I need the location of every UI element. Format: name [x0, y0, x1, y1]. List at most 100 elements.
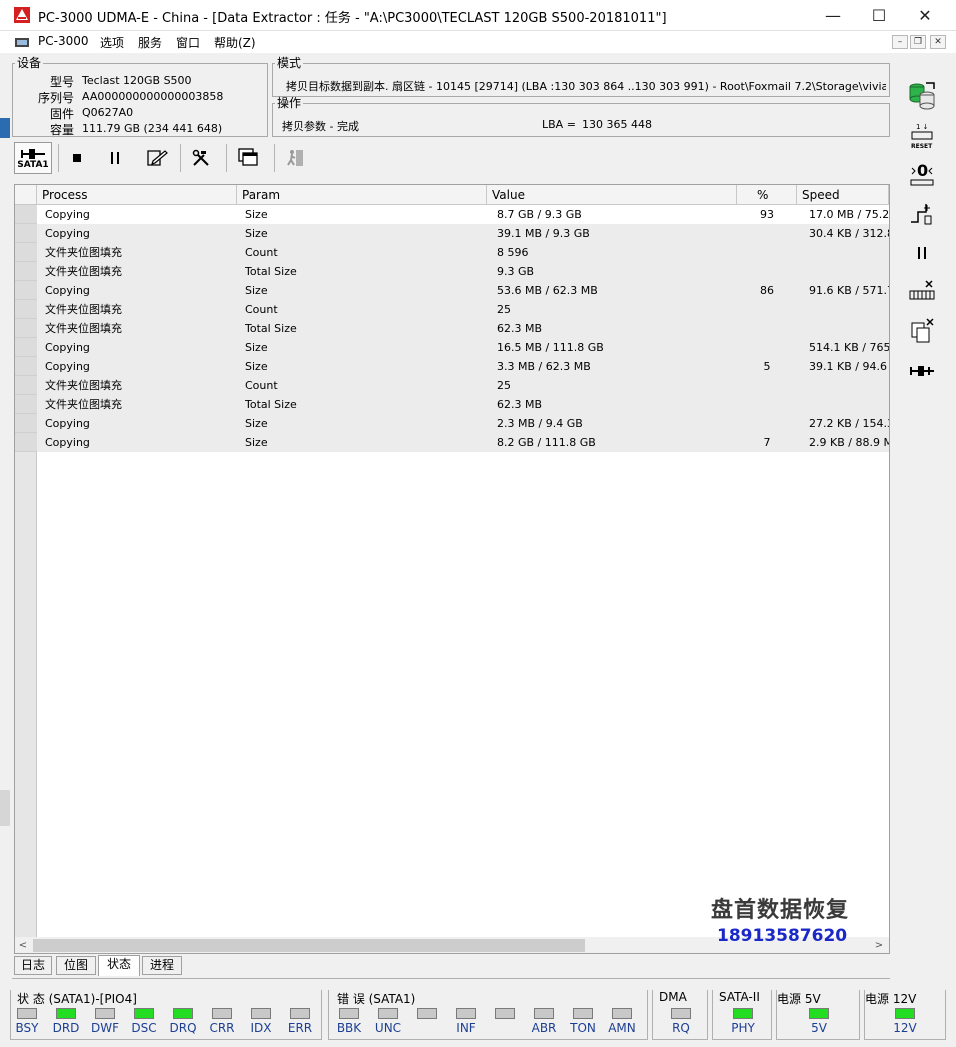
- cell-value: 3.3 MB / 62.3 MB: [497, 360, 591, 373]
- table-row[interactable]: 文件夹位图填充 Total Size 62.3 MB: [15, 319, 889, 338]
- status-group: DMA RQ: [652, 990, 708, 1040]
- database-copy-icon: [909, 82, 935, 110]
- table-row[interactable]: 文件夹位图填充 Count 25: [15, 300, 889, 319]
- mode-legend: 模式: [277, 56, 302, 70]
- cell-speed: [809, 319, 889, 338]
- signal-button[interactable]: [904, 196, 940, 230]
- mode-text: 拷贝目标数据到副本. 扇区链 - 10145 [29714] (LBA :130…: [286, 80, 886, 93]
- status-led-label: IDX: [250, 1021, 272, 1035]
- cell-value: 25: [497, 303, 511, 316]
- cell-process: Copying: [45, 208, 90, 221]
- cell-process: Copying: [45, 360, 90, 373]
- lba-label: LBA =: [542, 118, 576, 131]
- edit-document-icon: [147, 150, 168, 166]
- row-indicator: [15, 414, 37, 433]
- cell-speed: 17.0 MB / 75.2 M: [809, 208, 889, 221]
- cell-speed: 30.4 KB / 312.8 I: [809, 227, 889, 240]
- stop-button[interactable]: [60, 142, 94, 174]
- exit-button[interactable]: [278, 142, 312, 174]
- status-led: [671, 1008, 691, 1019]
- cell-param: Size: [245, 436, 268, 449]
- tab-process[interactable]: 进程: [142, 956, 182, 975]
- svg-text:0: 0: [917, 161, 928, 180]
- table-row[interactable]: 文件夹位图填充 Total Size 62.3 MB: [15, 395, 889, 414]
- table-row[interactable]: 文件夹位图填充 Count 8 596: [15, 243, 889, 262]
- header-process[interactable]: Process: [37, 185, 237, 205]
- table-row[interactable]: Copying Size 3.3 MB / 62.3 MB 5 39.1 KB / 94…: [15, 357, 889, 376]
- side-pause-button[interactable]: [904, 236, 940, 270]
- watermark-company: 盘首数据恢复: [711, 898, 850, 923]
- status-led: [534, 1008, 554, 1019]
- tab-log[interactable]: 日志: [14, 956, 52, 975]
- pause-icon: [918, 247, 926, 259]
- minimize-button[interactable]: —: [810, 0, 856, 31]
- header-value[interactable]: Value: [487, 185, 737, 205]
- sata-port-button[interactable]: SATA1: [14, 142, 52, 174]
- mdi-close-button[interactable]: ✕: [930, 35, 946, 49]
- side-sata-button[interactable]: [904, 354, 940, 388]
- copy-windows-button[interactable]: [232, 142, 266, 174]
- cell-process: 文件夹位图填充: [45, 246, 122, 259]
- process-grid[interactable]: Process Param Value % Speed Copying Size 8…: [14, 184, 890, 954]
- status-led: [56, 1008, 76, 1019]
- table-row[interactable]: Copying Size 2.3 MB / 9.4 GB 27.2 KB / 154.…: [15, 414, 889, 433]
- cell-value: 62.3 MB: [497, 398, 543, 411]
- reset-button[interactable]: 1 ↓ RESET: [904, 118, 940, 152]
- pause-button[interactable]: [98, 142, 132, 174]
- mdi-minimize-button[interactable]: –: [892, 35, 908, 49]
- tools-button[interactable]: [184, 142, 218, 174]
- tab-status[interactable]: 状态: [98, 955, 140, 976]
- bottom-tabs: 日志 位图 状态 进程: [14, 955, 890, 976]
- menu-pc3000[interactable]: PC-3000: [38, 34, 88, 48]
- tab-bitmap[interactable]: 位图: [56, 956, 96, 975]
- row-indicator: [15, 357, 37, 376]
- menu-services[interactable]: 服务: [138, 34, 162, 51]
- close-button[interactable]: ✕: [902, 0, 948, 31]
- table-row[interactable]: Copying Size 16.5 MB / 111.8 GB 514.1 KB / …: [15, 338, 889, 357]
- header-param[interactable]: Param: [237, 185, 487, 205]
- menu-options[interactable]: 选项: [100, 34, 124, 51]
- header-speed[interactable]: Speed: [797, 185, 889, 205]
- sector-map-button[interactable]: [904, 274, 940, 308]
- menu-bar: PC-3000 选项 服务 窗口 帮助(Z) – ❐ ✕: [0, 31, 956, 53]
- background-window-edge: [0, 118, 10, 138]
- database-button[interactable]: [904, 78, 940, 112]
- status-led: [134, 1008, 154, 1019]
- header-percent[interactable]: %: [737, 185, 797, 205]
- zero-fill-button[interactable]: 0: [904, 156, 940, 190]
- copy-windows-icon: [238, 148, 258, 166]
- toolbar-separator: [58, 144, 59, 172]
- scroll-left-icon[interactable]: <: [15, 937, 31, 953]
- status-led: [809, 1008, 829, 1019]
- edit-task-button[interactable]: [140, 142, 174, 174]
- delete-copy-button[interactable]: [904, 314, 940, 348]
- status-led: [212, 1008, 232, 1019]
- table-row[interactable]: 文件夹位图填充 Total Size 9.3 GB: [15, 262, 889, 281]
- menu-window[interactable]: 窗口: [176, 34, 200, 51]
- table-row[interactable]: 文件夹位图填充 Count 25: [15, 376, 889, 395]
- cell-speed: [809, 376, 889, 395]
- watermark-phone: 18913587620: [717, 926, 848, 946]
- cell-value: 53.6 MB / 62.3 MB: [497, 284, 598, 297]
- menu-help[interactable]: 帮助(Z): [214, 34, 256, 51]
- cell-process: 文件夹位图填充: [45, 303, 122, 316]
- scroll-right-icon[interactable]: >: [871, 937, 887, 953]
- cell-value: 62.3 MB: [497, 322, 543, 335]
- pc3000-menu-icon[interactable]: [14, 34, 30, 50]
- status-group: SATA-II PHY: [712, 990, 772, 1040]
- device-capacity-label: 容量: [49, 123, 74, 137]
- status-led: [495, 1008, 515, 1019]
- scrollbar-thumb[interactable]: [33, 939, 585, 952]
- status-led: [573, 1008, 593, 1019]
- mdi-restore-button[interactable]: ❐: [910, 35, 926, 49]
- cell-percent: [737, 395, 797, 414]
- status-group: 电源 12V 12V: [864, 990, 946, 1040]
- cell-param: Total Size: [245, 322, 297, 335]
- status-group: 错 误 (SATA1) BBK UNC INF ABR TON AMN: [328, 990, 648, 1040]
- maximize-button[interactable]: ☐: [856, 0, 902, 31]
- table-row[interactable]: Copying Size 8.2 GB / 111.8 GB 7 2.9 KB / 88…: [15, 433, 889, 452]
- table-row[interactable]: Copying Size 53.6 MB / 62.3 MB 86 91.6 KB / …: [15, 281, 889, 300]
- table-row[interactable]: Copying Size 8.7 GB / 9.3 GB 93 17.0 MB / 75…: [15, 205, 889, 224]
- status-led-label: 5V: [811, 1021, 827, 1035]
- table-row[interactable]: Copying Size 39.1 MB / 9.3 GB 30.4 KB / 312…: [15, 224, 889, 243]
